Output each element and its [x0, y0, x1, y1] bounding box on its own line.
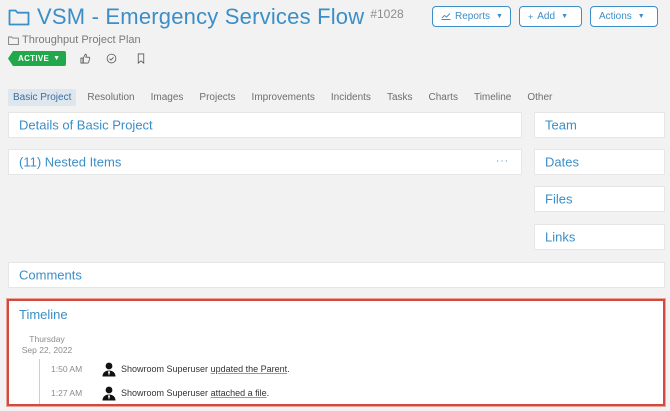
comments-panel[interactable]: Comments: [8, 262, 665, 288]
timeline-suffix: .: [266, 388, 270, 398]
team-title: Team: [545, 117, 577, 133]
caret-down-icon: ▼: [637, 13, 645, 20]
files-title: Files: [545, 191, 573, 207]
dates-panel[interactable]: Dates: [534, 149, 665, 175]
folder-icon: [8, 36, 19, 45]
caret-down-icon: ▼: [561, 13, 568, 20]
parent-link[interactable]: Throughput Project Plan: [8, 33, 670, 47]
tab-timeline[interactable]: Timeline: [469, 89, 516, 106]
nested-items-title: (11) Nested Items: [19, 154, 122, 170]
parent-project-name: Throughput Project Plan: [22, 34, 141, 46]
timeline-user: Showroom Superuser: [121, 364, 209, 374]
status-label: ACTIVE: [18, 54, 50, 63]
add-button[interactable]: + Add ▼: [519, 6, 582, 27]
tab-bar: Basic Project Resolution Images Projects…: [8, 88, 563, 106]
links-title: Links: [545, 229, 576, 245]
timeline-entry: 1:50 AM Showroom Superuser updated the P…: [51, 361, 290, 377]
tab-images[interactable]: Images: [146, 89, 189, 106]
plus-icon: +: [528, 11, 534, 22]
actions-label: Actions: [599, 11, 632, 22]
caret-down-icon: ▼: [53, 55, 61, 62]
user-avatar-icon: [102, 362, 116, 377]
files-panel[interactable]: Files: [534, 186, 665, 212]
tab-basic-project[interactable]: Basic Project: [8, 88, 77, 106]
timeline-entry: 1:27 AM Showroom Superuser attached a fi…: [51, 385, 269, 401]
timeline-date: Thursday Sep 22, 2022: [19, 334, 75, 356]
status-badge[interactable]: ACTIVE ▼: [8, 51, 67, 66]
nested-items-panel[interactable]: (11) Nested Items ···: [8, 149, 522, 175]
timeline-date-value: Sep 22, 2022: [21, 345, 73, 355]
links-panel[interactable]: Links: [534, 224, 665, 250]
timeline-line: [39, 359, 40, 404]
tab-incidents[interactable]: Incidents: [326, 89, 376, 106]
page-title: VSM - Emergency Services Flow: [37, 4, 365, 29]
record-id: #1028: [370, 7, 404, 21]
comments-title: Comments: [19, 267, 82, 283]
add-label: Add: [537, 11, 556, 22]
details-panel[interactable]: Details of Basic Project: [8, 112, 522, 138]
tab-tasks[interactable]: Tasks: [382, 89, 418, 106]
timeline-entry-text: Showroom Superuser updated the Parent.: [121, 364, 290, 374]
chart-icon: [441, 12, 451, 22]
tab-other[interactable]: Other: [522, 89, 557, 106]
reports-button[interactable]: Reports ▼: [432, 6, 511, 27]
tab-improvements[interactable]: Improvements: [247, 89, 320, 106]
timeline-entry-text: Showroom Superuser attached a file.: [121, 388, 269, 398]
folder-icon: [8, 9, 30, 26]
timeline-day-name: Thursday: [29, 334, 65, 344]
timeline-user: Showroom Superuser: [121, 388, 209, 398]
toolbar: Reports ▼ + Add ▼ Actions ▼: [432, 6, 658, 27]
timeline-time: 1:50 AM: [51, 364, 83, 374]
thumbs-up-icon[interactable]: [78, 52, 92, 66]
timeline-panel: Timeline Thursday Sep 22, 2022 1:50 AM S…: [7, 299, 665, 406]
timeline-action-link[interactable]: updated the Parent: [211, 364, 288, 374]
more-options-icon[interactable]: ···: [496, 155, 509, 166]
actions-button[interactable]: Actions ▼: [590, 6, 658, 27]
caret-down-icon: ▼: [496, 13, 503, 20]
check-circle-icon[interactable]: [104, 52, 118, 66]
reports-label: Reports: [455, 11, 491, 22]
bookmark-icon[interactable]: [134, 52, 148, 66]
tab-projects[interactable]: Projects: [194, 89, 240, 106]
details-title: Details of Basic Project: [19, 117, 153, 133]
user-avatar-icon: [102, 386, 116, 401]
tab-charts[interactable]: Charts: [424, 89, 463, 106]
status-row: ACTIVE ▼: [8, 51, 148, 66]
timeline-title: Timeline: [19, 307, 68, 322]
timeline-time: 1:27 AM: [51, 388, 83, 398]
team-panel[interactable]: Team: [534, 112, 665, 138]
timeline-suffix: .: [287, 364, 290, 374]
dates-title: Dates: [545, 154, 579, 170]
tab-resolution[interactable]: Resolution: [82, 89, 139, 106]
timeline-action-link[interactable]: attached a file: [211, 388, 267, 398]
